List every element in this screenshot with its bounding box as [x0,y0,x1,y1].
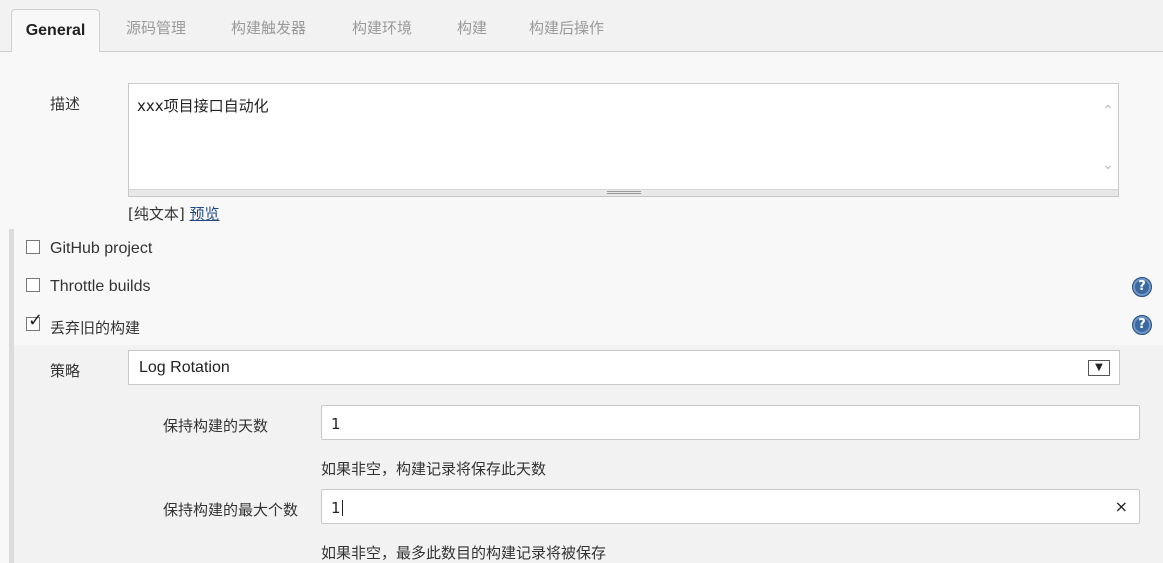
chevron-down-icon[interactable]: ▼ [1088,360,1110,376]
max-builds-input[interactable]: 1 × [321,489,1140,524]
tab-build-environment[interactable]: 构建环境 [352,17,412,38]
textarea-resize-handle[interactable] [129,189,1118,196]
description-text[interactable]: xxx项目接口自动化 [137,95,269,116]
format-note: [纯文本] 预览 [128,203,220,224]
max-builds-label: 保持构建的最大个数 [163,501,299,519]
text-caret [341,500,343,516]
scroll-down-icon[interactable]: ⌄ [1102,158,1114,172]
plain-text-label: [纯文本] [128,205,185,223]
max-builds-value-wrap[interactable]: 1 [331,499,343,517]
strategy-select[interactable]: Log Rotation ▼ [128,350,1120,385]
github-project-label: GitHub project [50,240,153,257]
max-builds-hint: 如果非空，最多此数目的构建记录将被保存 [321,544,607,562]
discard-old-builds-help-icon[interactable]: ? [1132,315,1152,335]
clear-icon[interactable]: × [1115,497,1128,516]
tab-build[interactable]: 构建 [457,17,487,38]
days-to-keep-label: 保持构建的天数 [163,417,269,435]
days-to-keep-hint: 如果非空，构建记录将保存此天数 [321,460,547,478]
throttle-builds-help-icon[interactable]: ? [1132,277,1152,297]
github-project-checkbox[interactable] [26,240,40,254]
description-textarea[interactable]: xxx项目接口自动化 ⌃ ⌄ [128,83,1119,197]
throttle-builds-label: Throttle builds [50,278,151,295]
throttle-builds-checkbox[interactable] [26,278,40,292]
tab-build-triggers[interactable]: 构建触发器 [231,17,306,38]
max-builds-value[interactable]: 1 [331,499,341,517]
description-label: 描述 [50,95,81,113]
days-to-keep-input[interactable]: 1 [321,405,1140,440]
scroll-up-icon[interactable]: ⌃ [1102,104,1114,118]
tab-post-build-actions[interactable]: 构建后操作 [529,17,604,38]
checkmark-icon: ✓ [28,310,44,331]
discard-old-builds-checkbox[interactable]: ✓ [26,312,43,331]
tab-general[interactable]: General [11,9,100,52]
grip-icon [607,191,641,194]
strategy-label: 策略 [50,362,81,380]
discard-old-builds-label: 丢弃旧的构建 [50,319,141,337]
tab-bar: General 源码管理 构建触发器 构建环境 构建 构建后操作 [0,0,1163,52]
tab-source-code-management[interactable]: 源码管理 [126,17,186,38]
preview-link[interactable]: 预览 [190,205,220,223]
strategy-selected-value: Log Rotation [139,359,230,376]
days-to-keep-value[interactable]: 1 [331,415,341,433]
